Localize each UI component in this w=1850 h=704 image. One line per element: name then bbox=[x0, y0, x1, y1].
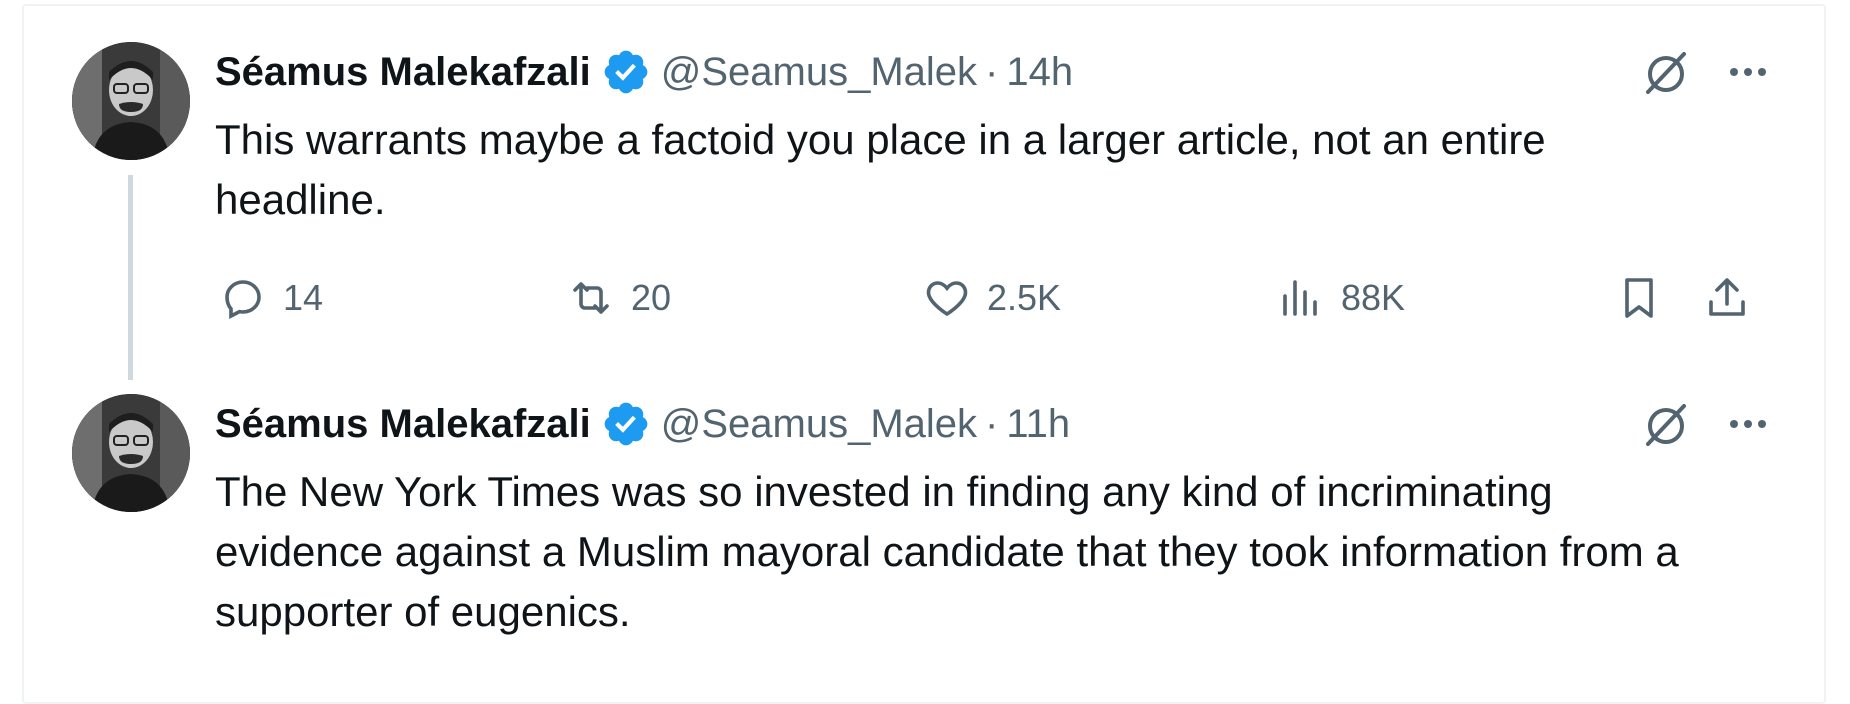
like-count: 2.5K bbox=[987, 277, 1062, 318]
like-button[interactable]: 2.5K bbox=[923, 268, 1061, 328]
tweet[interactable]: Séamus Malekafzali @Seamus_Malek · 14h T… bbox=[0, 0, 1850, 380]
bookmark-icon bbox=[1625, 278, 1653, 318]
author-name[interactable]: Séamus Malekafzali bbox=[215, 50, 591, 95]
tweet-text: This warrants maybe a factoid you place … bbox=[215, 116, 1546, 223]
more-icon[interactable] bbox=[1724, 400, 1772, 448]
separator-dot: · bbox=[985, 49, 999, 94]
timestamp[interactable]: 14h bbox=[1006, 50, 1073, 95]
grok-icon[interactable] bbox=[1640, 46, 1692, 98]
reply-button[interactable]: 14 bbox=[219, 268, 323, 328]
retweet-count: 20 bbox=[631, 277, 672, 318]
view-count: 88K bbox=[1341, 277, 1406, 318]
retweet-icon bbox=[573, 282, 609, 314]
author-handle[interactable]: @Seamus_Malek bbox=[661, 402, 977, 447]
verified-badge-icon bbox=[601, 399, 651, 449]
retweet-button[interactable]: 20 bbox=[567, 268, 671, 328]
reply-count: 14 bbox=[283, 277, 324, 318]
share-button[interactable] bbox=[1703, 268, 1767, 328]
verified-badge-icon bbox=[601, 47, 651, 97]
separator-dot: · bbox=[985, 401, 999, 446]
share-icon bbox=[1709, 278, 1745, 316]
author-name[interactable]: Séamus Malekafzali bbox=[215, 402, 591, 447]
tweet-header: Séamus Malekafzali @Seamus_Malek · 14h bbox=[215, 42, 1073, 102]
more-icon[interactable] bbox=[1724, 48, 1772, 96]
heart-icon bbox=[926, 281, 968, 317]
views-button[interactable]: 88K bbox=[1277, 268, 1405, 328]
tweet-actions: 14 20 2.5K 88K bbox=[215, 268, 1785, 328]
avatar[interactable] bbox=[72, 394, 190, 512]
thread-connector bbox=[128, 175, 133, 380]
grok-icon[interactable] bbox=[1640, 398, 1692, 450]
reply-icon bbox=[225, 280, 261, 319]
views-icon bbox=[1283, 280, 1317, 316]
tweet-header: Séamus Malekafzali @Seamus_Malek · 11h bbox=[215, 394, 1070, 454]
tweet[interactable]: Séamus Malekafzali @Seamus_Malek · 11h T… bbox=[0, 380, 1850, 680]
avatar[interactable] bbox=[72, 42, 190, 160]
tweet-text: The New York Times was so invested in fi… bbox=[215, 468, 1679, 635]
timestamp[interactable]: 11h bbox=[1006, 402, 1070, 447]
bookmark-button[interactable] bbox=[1615, 268, 1679, 328]
author-handle[interactable]: @Seamus_Malek bbox=[661, 50, 977, 95]
